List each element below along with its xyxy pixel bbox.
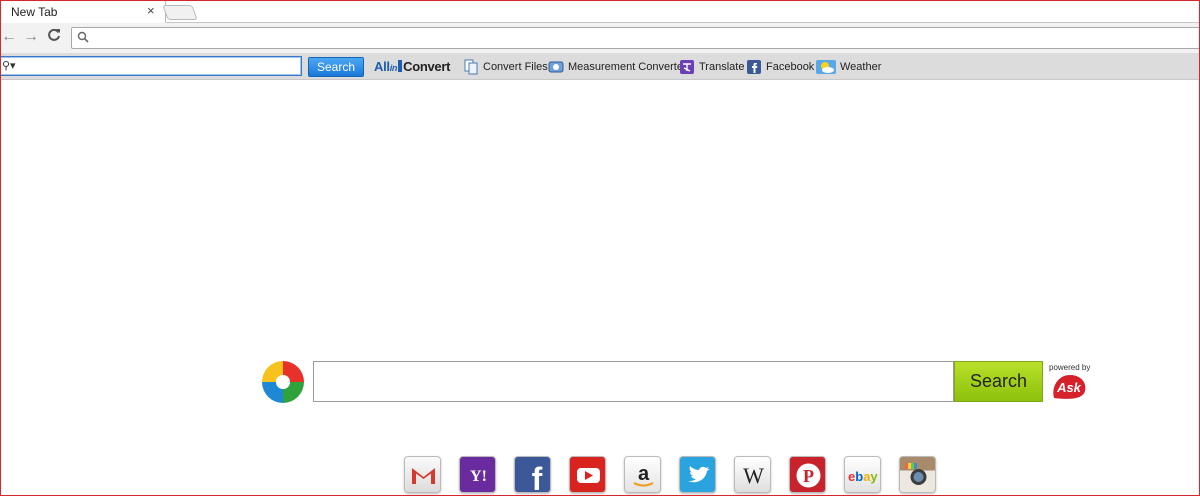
quicklink-yahoo[interactable]: Y! <box>459 456 496 493</box>
forward-icon[interactable]: → <box>23 28 39 46</box>
wikipedia-icon: W <box>743 463 764 488</box>
svg-text:Y!: Y! <box>470 468 487 485</box>
search-icon <box>77 31 89 43</box>
tab-title: New Tab <box>11 5 58 19</box>
instagram-icon <box>905 463 927 485</box>
toolbar-link-weather[interactable]: Weather <box>816 59 881 75</box>
amazon-icon: a <box>633 463 654 487</box>
facebook-icon: f <box>532 461 543 493</box>
tab-close-icon[interactable]: × <box>147 4 155 18</box>
toolbar-link-label: Translate <box>699 61 745 73</box>
ask-logo-text: Ask <box>1056 380 1082 395</box>
svg-text:f: f <box>532 461 543 493</box>
quicklink-gmail[interactable] <box>404 456 441 493</box>
toolbar-link-facebook[interactable]: Facebook <box>746 59 814 75</box>
weather-icon <box>816 59 836 75</box>
ebay-icon: ebay <box>848 469 878 484</box>
svg-text:P: P <box>803 466 814 486</box>
toolbar-link-label: Weather <box>840 61 882 73</box>
allinconvert-logo[interactable]: Allin Convert <box>374 59 450 74</box>
toolbar-link-translate[interactable]: Translate <box>679 59 744 75</box>
toolbar-link-label: Facebook <box>766 61 815 73</box>
toolbar-link-label: Measurement Converter <box>568 61 687 73</box>
facebook-icon <box>746 59 762 75</box>
search-logo-icon <box>262 361 304 403</box>
toolbar-link-convert-files[interactable]: Convert Files <box>463 59 548 75</box>
browser-window: New Tab × ← → ⚲▾ Search Allin Convert Con… <box>0 0 1200 496</box>
address-bar[interactable] <box>71 27 1199 49</box>
powered-by-label: powered by <box>1049 363 1091 372</box>
toolbar-link-label: Convert Files <box>483 61 548 73</box>
reload-icon[interactable] <box>47 28 61 47</box>
tab-new-tab[interactable]: New Tab × <box>1 1 166 23</box>
toolbar-link-measurement-converter[interactable]: Measurement Converter <box>548 59 687 75</box>
quicklink-facebook[interactable]: f <box>514 456 551 493</box>
main-search-button[interactable]: Search <box>954 361 1043 402</box>
search-provider-icon[interactable]: ⚲▾ <box>2 59 16 72</box>
quicklink-pinterest[interactable]: P <box>789 456 826 493</box>
quicklink-wikipedia[interactable]: W <box>734 456 771 493</box>
new-tab-button[interactable] <box>162 5 198 20</box>
navigation-bar: ← → <box>1 23 1199 53</box>
logo-all: All <box>374 59 390 74</box>
allinconvert-toolbar: ⚲▾ Search Allin Convert Convert Files Mea… <box>1 53 1199 80</box>
ask-logo-icon[interactable]: Ask <box>1050 373 1088 401</box>
svg-text:ebay: ebay <box>848 469 878 484</box>
quicklink-youtube[interactable] <box>569 456 606 493</box>
svg-text:W: W <box>743 463 764 488</box>
convert-files-icon <box>463 59 479 75</box>
pinterest-icon: P <box>796 463 821 488</box>
logo-convert: Convert <box>403 59 451 74</box>
logo-in: in <box>389 63 398 73</box>
twitter-icon <box>688 466 710 483</box>
quicklink-twitter[interactable] <box>679 456 716 493</box>
back-icon[interactable]: ← <box>1 28 17 46</box>
main-search-input[interactable] <box>313 361 954 402</box>
quicklink-amazon[interactable]: a <box>624 456 661 493</box>
gmail-icon <box>412 468 435 484</box>
svg-text:a: a <box>638 463 650 485</box>
translate-icon <box>679 59 695 75</box>
youtube-icon <box>577 468 600 483</box>
yahoo-icon: Y! <box>470 468 487 485</box>
toolbar-search-input[interactable]: ⚲▾ <box>1 56 302 76</box>
quicklink-ebay[interactable]: ebay <box>844 456 881 493</box>
toolbar-search-button[interactable]: Search <box>308 57 364 77</box>
quicklink-instagram[interactable] <box>899 456 936 493</box>
measurement-icon <box>548 59 564 75</box>
tab-strip: New Tab × <box>1 1 1199 23</box>
